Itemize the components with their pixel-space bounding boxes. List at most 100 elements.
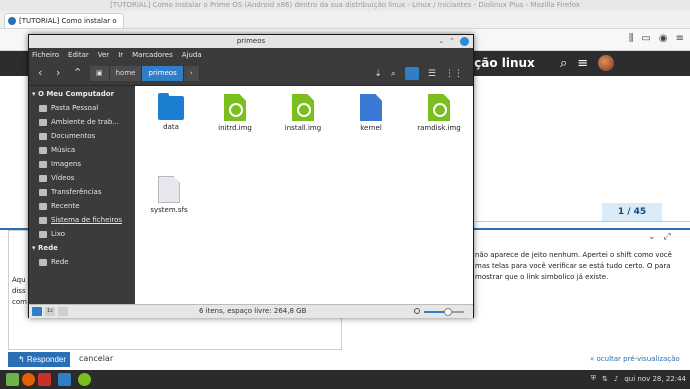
file-name: data [163, 123, 179, 131]
terminal-icon[interactable] [38, 373, 51, 386]
sidebar-item-desktop[interactable]: Ambiente de trab... [39, 118, 119, 126]
trash-icon [39, 230, 47, 238]
tree-icon[interactable]: 1c [45, 307, 55, 316]
forum-topic-title[interactable]: ição linux [470, 56, 535, 70]
places-icon[interactable] [32, 307, 42, 316]
firefox-toolbar-icons: ⫼ ▭ ◉ ≡ [629, 33, 684, 44]
favicon-icon [8, 17, 16, 25]
topic-progress[interactable]: 1 / 45 [602, 203, 662, 221]
breadcrumb-next-icon[interactable]: › [183, 66, 200, 81]
zoom-handle[interactable] [444, 308, 452, 316]
forward-icon[interactable]: › [56, 67, 60, 78]
home-folder-icon [39, 104, 47, 112]
sidebar-item-network[interactable]: Rede [39, 258, 69, 266]
search-icon[interactable]: ⌕ [391, 69, 396, 79]
clock[interactable]: qui nov 28, 22:44 [624, 375, 686, 383]
zoom-out-icon[interactable] [414, 308, 420, 314]
reply-button[interactable]: ↰ Responder [8, 352, 70, 367]
sidebar-header-computer[interactable]: ▾ O Meu Computador [32, 90, 114, 98]
search-icon[interactable]: ⌕ [560, 56, 567, 71]
sidebar: ▾ O Meu Computador Pasta Pessoal Ambient… [29, 86, 135, 304]
sidebar-item-documents[interactable]: Documentos [39, 132, 95, 140]
downloads-icon [39, 188, 47, 196]
cancel-link[interactable]: cancelar [79, 354, 113, 363]
sidebar-item-home[interactable]: Pasta Pessoal [39, 104, 98, 112]
icon-view-icon[interactable] [404, 67, 419, 80]
sidebar-item-filesystem[interactable]: Sistema de ficheiros [39, 216, 122, 224]
up-icon[interactable]: ⌃ [73, 67, 82, 78]
browser-tab[interactable]: [TUTORIAL] Como instalar o [4, 13, 124, 28]
window-controls: ⌄ ⌃ [438, 37, 469, 46]
view-controls: ⇣ ⌕ ☰ ⋮⋮ [374, 67, 463, 80]
pictures-icon [39, 160, 47, 168]
avatar[interactable] [598, 55, 615, 71]
breadcrumb-home[interactable]: home [109, 66, 143, 81]
network-icon[interactable]: ⇅ [602, 375, 608, 383]
hamburger-icon[interactable]: ≡ [577, 56, 588, 71]
hide-preview-link[interactable]: « ocultar pré-visualização [590, 355, 680, 363]
file-item-data[interactable]: data [141, 93, 201, 131]
zoom-slider[interactable] [424, 308, 464, 316]
library-icon[interactable]: ⫼ [629, 33, 634, 44]
menu-ajuda[interactable]: Ajuda [182, 51, 202, 59]
sidebar-item-music[interactable]: Música [39, 146, 75, 154]
menu-editar[interactable]: Editar [68, 51, 89, 59]
sidebar-item-downloads[interactable]: Transferências [39, 188, 101, 196]
menu-ver[interactable]: Ver [98, 51, 109, 59]
file-name: ramdisk.img [417, 124, 461, 132]
mint-menu-icon[interactable] [6, 373, 19, 386]
file-name: install.img [284, 124, 322, 132]
sort-icon[interactable]: ⇣ [374, 69, 382, 79]
disk-image-icon [224, 94, 246, 121]
sidebar-item-label: Transferências [51, 188, 102, 196]
breadcrumb-primeos[interactable]: primeos [142, 66, 184, 81]
file-manager-titlebar[interactable]: primeos ⌄ ⌃ [29, 35, 473, 48]
sidebar-item-trash[interactable]: Lixo [39, 230, 65, 238]
sidebar-item-label: Ambiente de trab... [51, 118, 120, 126]
sidebar-item-pictures[interactable]: Imagens [39, 160, 81, 168]
status-buttons: 1c [32, 307, 68, 316]
sidebar-item-label: Rede [51, 258, 69, 266]
file-item-install[interactable]: install.img [273, 94, 333, 132]
android-icon[interactable] [78, 373, 91, 386]
account-icon[interactable]: ◉ [659, 33, 668, 44]
file-item-kernel[interactable]: kernel [341, 94, 401, 132]
firefox-icon[interactable] [22, 373, 35, 386]
minimize-icon[interactable]: ⌄ [438, 37, 444, 46]
network-icon [39, 258, 47, 266]
file-item-initrd[interactable]: initrd.img [205, 94, 265, 132]
reply-label: Responder [26, 355, 67, 364]
sidebar-icon[interactable]: ▭ [641, 33, 650, 44]
recent-icon [39, 202, 47, 210]
videos-icon [39, 174, 47, 182]
sidebar-header-network[interactable]: ▾ Rede [32, 244, 58, 252]
sidebar-header-label: Rede [37, 244, 58, 252]
files-icon[interactable] [58, 373, 71, 386]
menu-ir[interactable]: Ir [118, 51, 123, 59]
forum-header-icons: ⌕ ≡ [560, 55, 615, 71]
window-title: primeos [236, 37, 266, 45]
hide-sidebar-icon[interactable] [58, 307, 68, 316]
sidebar-item-recent[interactable]: Recente [39, 202, 80, 210]
browser-tab-label: [TUTORIAL] Como instalar o [19, 17, 117, 25]
executable-icon [360, 94, 382, 121]
list-view-icon[interactable]: ☰ [428, 69, 436, 79]
file-name: initrd.img [218, 124, 252, 132]
compact-view-icon[interactable]: ⋮⋮ [445, 69, 463, 79]
sidebar-item-videos[interactable]: Vídeos [39, 174, 74, 182]
menu-marcadores[interactable]: Marcadores [132, 51, 173, 59]
back-icon[interactable]: ‹ [38, 67, 42, 78]
volume-icon[interactable]: ♪ [614, 375, 618, 383]
system-tray: ⛨ ⇅ ♪ qui nov 28, 22:44 [591, 374, 686, 383]
sidebar-item-label: Documentos [51, 132, 96, 140]
file-view[interactable]: data initrd.img install.img kernel ramdi… [135, 86, 473, 304]
shield-icon[interactable]: ⛨ [591, 374, 596, 383]
toggle-location-icon[interactable]: ▣ [90, 66, 110, 81]
file-item-ramdisk[interactable]: ramdisk.img [409, 94, 469, 132]
file-item-system[interactable]: system.sfs [139, 176, 199, 214]
maximize-icon[interactable]: ⌃ [449, 37, 455, 46]
menu-icon[interactable]: ≡ [676, 33, 684, 44]
close-icon[interactable] [460, 37, 469, 46]
menu-ficheiro[interactable]: Ficheiro [32, 51, 59, 59]
folder-icon [158, 93, 184, 120]
